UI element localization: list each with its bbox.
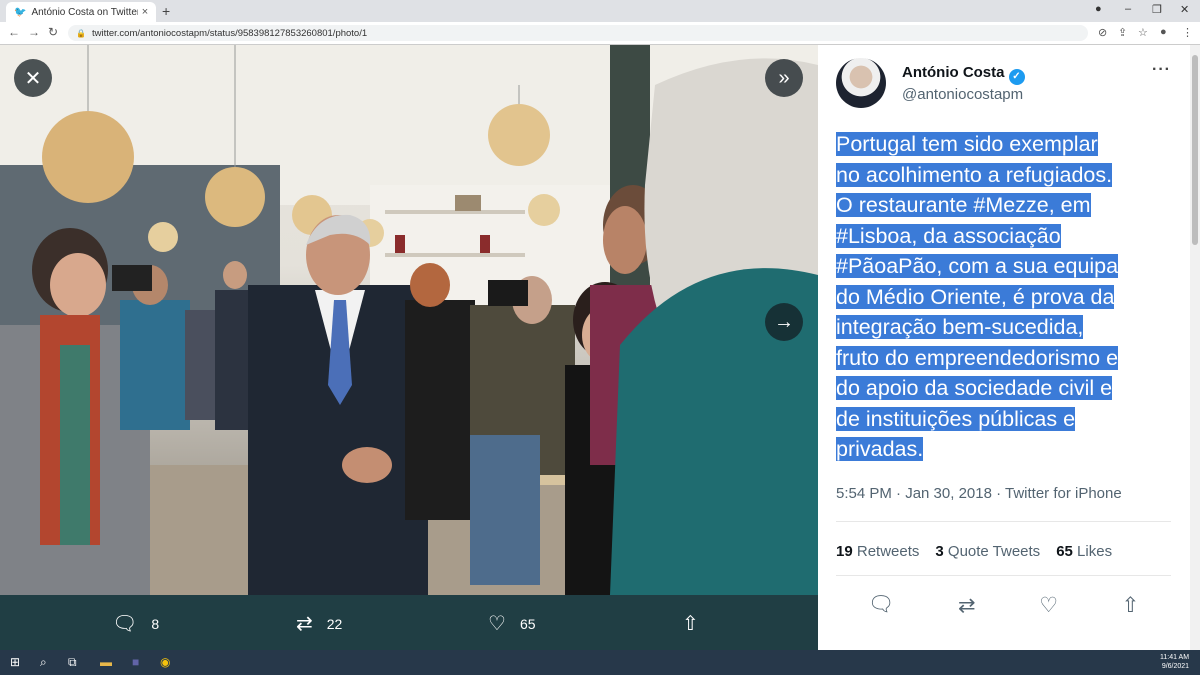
close-photo-button[interactable]: ✕ xyxy=(14,59,52,97)
arrow-right-icon: → xyxy=(774,310,794,333)
tab-title: António Costa on Twitter: "Portu xyxy=(31,6,138,18)
more-options-button[interactable]: ··· xyxy=(1152,61,1171,79)
tweet-text-line[interactable]: O restaurante #Mezze, em xyxy=(836,193,1091,217)
verified-badge-icon: ✓ xyxy=(1008,69,1025,85)
author-name[interactable]: António Costa ✓ xyxy=(902,64,1025,85)
browser-tab[interactable]: 🐦 António Costa on Twitter: "Portu × xyxy=(6,2,156,22)
divider xyxy=(836,575,1171,576)
quote-tweets-stat[interactable]: 3 Quote Tweets xyxy=(935,543,1040,560)
clock-date: 9/6/2021 xyxy=(1161,663,1190,670)
minimize-icon[interactable]: – xyxy=(1125,3,1131,15)
twitter-favicon-icon: 🐦 xyxy=(14,6,27,18)
window-close-icon[interactable]: ✕ xyxy=(1180,3,1189,16)
tweet-text-line: privadas. xyxy=(836,437,924,461)
photo-action-bar: 🗨 8 ⇄ 22 ♡ 65 ⇧ xyxy=(0,595,818,650)
tweet-stats: 19 Retweets 3 Quote Tweets 65 Likes xyxy=(836,543,1112,560)
retweets-stat[interactable]: 19 Retweets xyxy=(836,543,919,560)
chrome-icon[interactable]: ◉ xyxy=(160,655,170,669)
restaurant-scene xyxy=(0,45,818,595)
reply-icon: 🗨 xyxy=(112,613,138,635)
browser-tab-bar: 🐦 António Costa on Twitter: "Portu × + ●… xyxy=(0,0,1200,22)
clock-time: 11:41 AM xyxy=(1160,654,1190,661)
like-button[interactable]: ♡ 65 xyxy=(488,611,536,636)
lock-icon: 🔒 xyxy=(76,28,86,38)
system-clock[interactable]: 11:41 AM 9/6/2021 xyxy=(1160,653,1189,671)
profile-icon[interactable]: ● xyxy=(1095,3,1102,15)
extension-icon[interactable]: ⊘ xyxy=(1098,26,1107,39)
author-handle[interactable]: @antoniocostapm xyxy=(902,86,1023,103)
tweet-text-line: no acolhimento a refugiados. xyxy=(836,162,1113,187)
photo-viewer: ✕ » → 🗨 8 ⇄ 22 ♡ 65 ⇧ xyxy=(0,45,818,650)
windows-start-icon[interactable]: ⊞ xyxy=(10,655,20,669)
divider xyxy=(836,521,1171,522)
author-name-text: António Costa xyxy=(902,64,1005,81)
address-bar-row: ← → ↻ 🔒 twitter.com/antoniocostapm/statu… xyxy=(0,22,1200,45)
url-field[interactable]: 🔒 twitter.com/antoniocostapm/status/9583… xyxy=(68,25,1088,41)
scrollbar[interactable] xyxy=(1190,45,1200,650)
tweet-panel: António Costa ✓ @antoniocostapm ··· Portu… xyxy=(818,45,1190,650)
retweet-icon: ⇄ xyxy=(296,613,313,635)
bookmark-star-icon[interactable]: ☆ xyxy=(1138,26,1148,39)
tweet-text-line: de instituições públicas e xyxy=(836,406,1076,431)
heart-icon[interactable]: ♡ xyxy=(1039,593,1058,618)
tweet-text-line[interactable]: #Lisboa, da associação xyxy=(836,223,1061,248)
tweet-timestamp[interactable]: 5:54 PM · Jan 30, 2018 · Twitter for iPh… xyxy=(836,485,1122,502)
menu-icon[interactable]: ⋮ xyxy=(1182,26,1193,39)
reply-button[interactable]: 🗨 8 xyxy=(112,611,159,636)
tweet-text-line: Portugal tem sido exemplar xyxy=(836,132,1098,156)
tab-close-button[interactable]: × xyxy=(138,6,152,18)
tweet-text: Portugal tem sido exemplar no acolhiment… xyxy=(836,129,1181,465)
tweet-text-line[interactable]: #PãoaPão, com a sua equipa xyxy=(836,254,1119,278)
taskbar: ⊞ ⌕ ⧉ ▬ ■ ◉ 11:41 AM 9/6/2021 xyxy=(0,650,1200,675)
like-count: 65 xyxy=(519,615,536,632)
tweet-photo[interactable]: ✕ » → xyxy=(0,45,818,595)
restore-icon[interactable]: ❐ xyxy=(1152,3,1162,16)
share-button[interactable]: ⇧ xyxy=(682,611,713,636)
search-icon[interactable]: ⌕ xyxy=(40,655,47,670)
share-upload-icon: ⇧ xyxy=(682,613,699,635)
heart-icon: ♡ xyxy=(488,613,506,635)
new-tab-button[interactable]: + xyxy=(162,3,170,19)
likes-stat[interactable]: 65 Likes xyxy=(1056,543,1112,560)
tweet-text-line: integração bem-sucedida, xyxy=(836,315,1084,339)
avatar[interactable] xyxy=(836,58,886,108)
back-icon[interactable]: ← xyxy=(8,25,20,39)
tweet-text-line: do apoio da sociedade civil e xyxy=(836,376,1113,400)
reply-count: 8 xyxy=(151,615,160,632)
retweet-icon[interactable]: ⇄ xyxy=(958,593,976,618)
forward-icon[interactable]: → xyxy=(28,25,40,39)
scrollbar-thumb[interactable] xyxy=(1192,55,1198,245)
retweet-count: 22 xyxy=(326,615,343,632)
teams-icon[interactable]: ■ xyxy=(132,655,139,669)
url-text: twitter.com/antoniocostapm/status/958398… xyxy=(91,27,368,39)
share-icon[interactable]: ⇪ xyxy=(1118,26,1127,39)
reply-icon[interactable]: 🗨 xyxy=(868,593,895,618)
retweet-button[interactable]: ⇄ 22 xyxy=(296,611,342,636)
tweet-text-line: do Médio Oriente, é prova da xyxy=(836,284,1115,309)
tweet-actions: 🗨 ⇄ ♡ ⇧ xyxy=(836,593,1171,618)
double-chevron-right-icon: » xyxy=(778,66,790,89)
tweet-text-line: fruto do empreendedorismo e xyxy=(836,345,1119,370)
account-icon[interactable]: ● xyxy=(1160,26,1167,38)
task-view-icon[interactable]: ⧉ xyxy=(68,655,77,670)
share-upload-icon[interactable]: ⇧ xyxy=(1122,593,1140,618)
file-explorer-icon[interactable]: ▬ xyxy=(100,655,112,669)
expand-panel-button[interactable]: » xyxy=(765,59,803,97)
reload-icon[interactable]: ↻ xyxy=(48,25,58,39)
close-icon: ✕ xyxy=(24,67,42,90)
next-photo-button[interactable]: → xyxy=(765,303,803,341)
